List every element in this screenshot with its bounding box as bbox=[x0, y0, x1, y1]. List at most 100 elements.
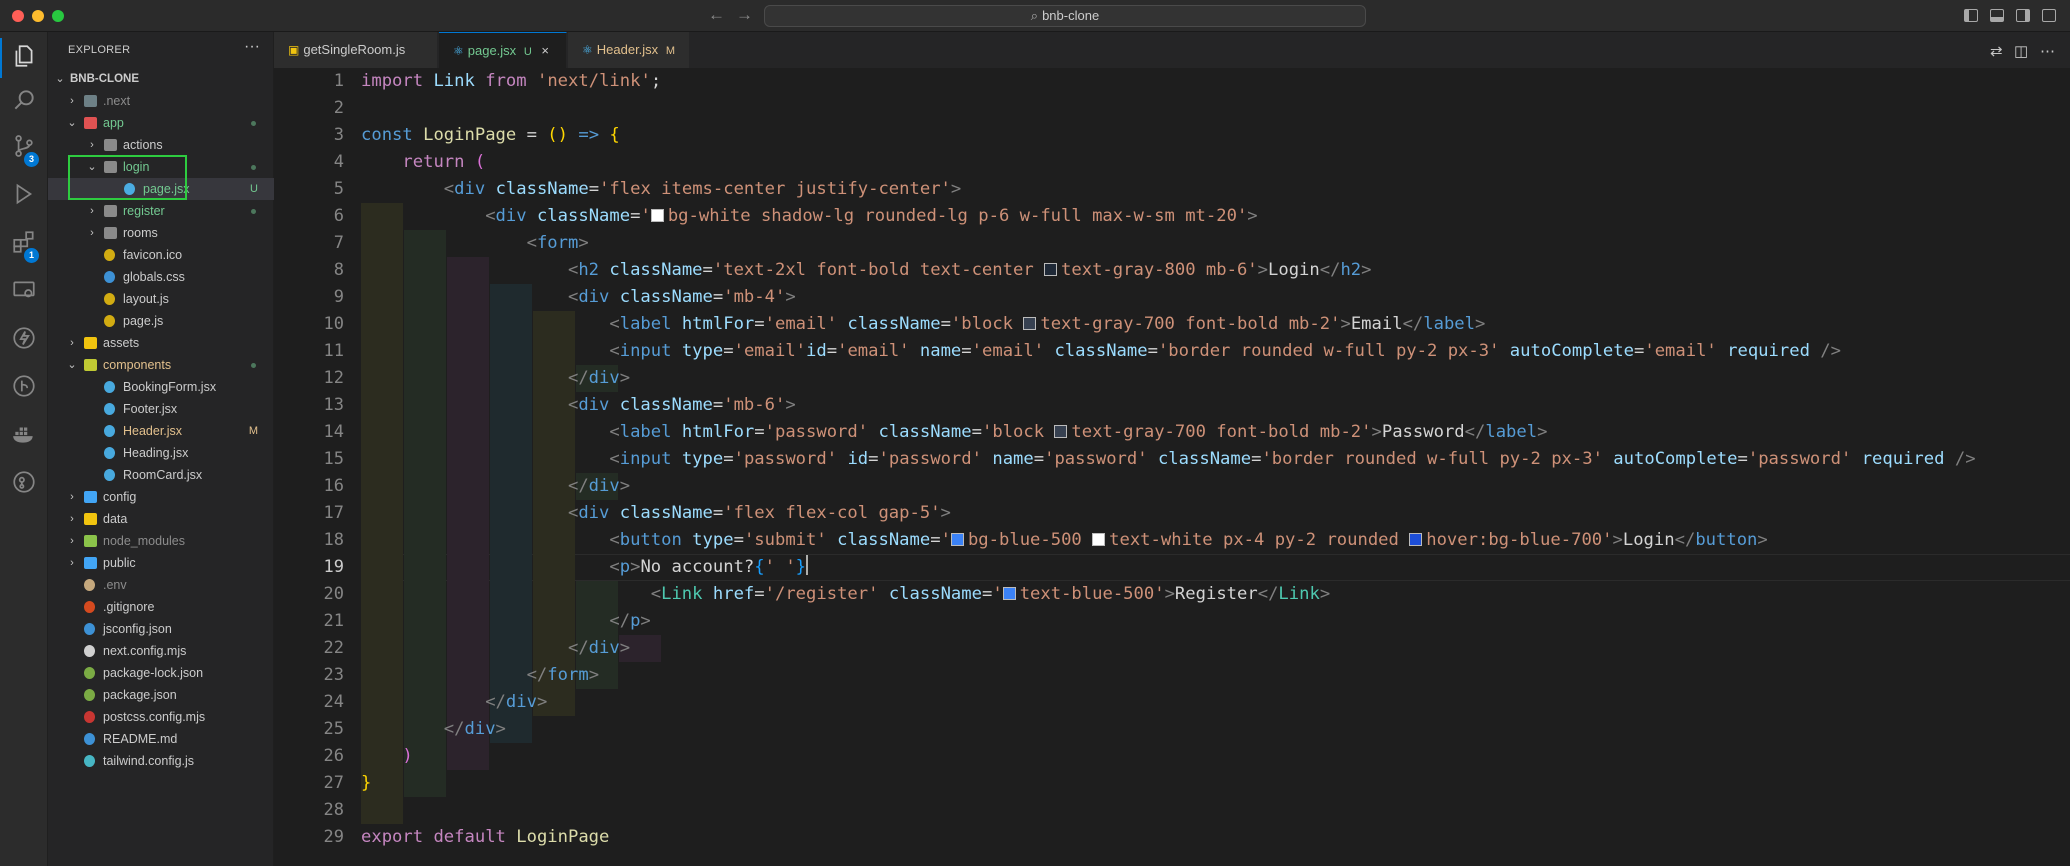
tree-file[interactable]: globals.css bbox=[48, 266, 274, 288]
line-number: 20 bbox=[323, 584, 344, 604]
code-line-1: import Link from 'next/link'; bbox=[361, 71, 662, 91]
tree-item-label: Header.jsx bbox=[123, 424, 183, 438]
code-line-23: </form> bbox=[526, 665, 600, 685]
remote-explorer-icon[interactable] bbox=[10, 276, 38, 304]
more-actions-icon[interactable]: ⋯ bbox=[2040, 42, 2055, 60]
tree-folder[interactable]: › node_modules bbox=[48, 530, 274, 552]
tree-file[interactable]: layout.js bbox=[48, 288, 274, 310]
tree-file[interactable]: Header.jsx M bbox=[48, 420, 274, 442]
tree-item-label: BookingForm.jsx bbox=[123, 380, 217, 394]
tree-folder[interactable]: › assets bbox=[48, 332, 274, 354]
tree-folder[interactable]: › register bbox=[48, 200, 274, 222]
close-icon[interactable]: × bbox=[541, 43, 549, 58]
tree-file[interactable]: tailwind.config.js bbox=[48, 750, 274, 772]
tree-item-label: Footer.jsx bbox=[123, 402, 178, 416]
open-changes-icon[interactable]: ⇄ bbox=[1990, 42, 2003, 60]
tree-item-label: .next bbox=[103, 94, 131, 108]
folder-icon bbox=[84, 491, 97, 503]
tree-file[interactable]: README.md bbox=[48, 728, 274, 750]
line-number: 9 bbox=[333, 287, 344, 307]
search-icon[interactable] bbox=[10, 86, 38, 114]
line-number: 1 bbox=[333, 71, 344, 91]
react-file-icon: ⚛ bbox=[582, 43, 593, 57]
tree-file[interactable]: package-lock.json bbox=[48, 662, 274, 684]
file-icon bbox=[84, 755, 95, 767]
tree-file[interactable]: page.js bbox=[48, 310, 274, 332]
tree-file[interactable]: postcss.config.mjs bbox=[48, 706, 274, 728]
debug-icon[interactable] bbox=[10, 180, 38, 208]
line-number: 15 bbox=[323, 449, 344, 469]
arrow-right-icon[interactable]: → bbox=[736, 5, 753, 25]
code-line-25: </div> bbox=[443, 719, 506, 739]
git-graph-icon[interactable] bbox=[10, 372, 38, 400]
tree-folder[interactable]: ⌄ app bbox=[48, 112, 274, 134]
git-status-badge: M bbox=[248, 425, 258, 437]
command-center-search[interactable]: ⌕ bnb-clone bbox=[764, 5, 1366, 27]
chevron-right-icon: › bbox=[70, 337, 74, 349]
extensions-badge: 1 bbox=[24, 248, 39, 263]
code-line-15: <input type='password' id='password' nam… bbox=[609, 449, 1976, 469]
code-line-9: <div className='mb-4'> bbox=[567, 287, 796, 307]
line-number: 8 bbox=[333, 260, 344, 280]
tree-file[interactable]: package.json bbox=[48, 684, 274, 706]
folder-icon bbox=[84, 337, 97, 349]
toggle-primary-sidebar-icon[interactable] bbox=[1964, 9, 1978, 22]
file-icon bbox=[104, 403, 115, 415]
maximize-window-button[interactable] bbox=[52, 10, 64, 22]
git-status-dot bbox=[251, 209, 256, 214]
customize-layout-icon[interactable] bbox=[2042, 9, 2056, 22]
tree-file[interactable]: next.config.mjs bbox=[48, 640, 274, 662]
tree-item-label: .env bbox=[103, 578, 127, 592]
tree-file[interactable]: Heading.jsx bbox=[48, 442, 274, 464]
more-actions-icon[interactable]: ··· bbox=[244, 38, 260, 56]
tree-folder[interactable]: › rooms bbox=[48, 222, 274, 244]
toggle-secondary-sidebar-icon[interactable] bbox=[2016, 9, 2030, 22]
minimize-window-button[interactable] bbox=[32, 10, 44, 22]
active-indicator bbox=[0, 38, 2, 78]
react-file-icon: ⚛ bbox=[453, 44, 464, 58]
line-number: 3 bbox=[333, 125, 344, 145]
gitlens-icon[interactable] bbox=[10, 468, 38, 496]
code-editor[interactable]: 1 2 3 4 5 6 7 8 9 10 11 12 13 14 15 16 17 18 19 20 21 22 23 24 2… bbox=[274, 68, 2070, 866]
arrow-left-icon[interactable]: ← bbox=[708, 5, 725, 25]
tab-getsingleroom[interactable]: ▣ getSingleRoom.js bbox=[274, 32, 438, 68]
tree-folder[interactable]: ⌄ components bbox=[48, 354, 274, 376]
tree-folder[interactable]: › .next bbox=[48, 90, 274, 112]
code-line-16: </div> bbox=[567, 476, 631, 496]
folder-icon bbox=[84, 557, 97, 569]
file-icon bbox=[104, 249, 115, 261]
tree-file[interactable]: .gitignore bbox=[48, 596, 274, 618]
tree-folder[interactable]: › public bbox=[48, 552, 274, 574]
line-number: 26 bbox=[323, 746, 344, 766]
tree-folder[interactable]: › actions bbox=[48, 134, 274, 156]
split-editor-icon[interactable]: ◫ bbox=[2014, 42, 2028, 60]
tree-folder[interactable]: › config bbox=[48, 486, 274, 508]
tab-status: M bbox=[665, 45, 675, 57]
tree-file[interactable]: jsconfig.json bbox=[48, 618, 274, 640]
line-number: 19 bbox=[323, 557, 344, 577]
tree-file[interactable]: Footer.jsx bbox=[48, 398, 274, 420]
tree-file[interactable]: RoomCard.jsx bbox=[48, 464, 274, 486]
root-folder[interactable]: ⌄ BNB-CLONE bbox=[48, 68, 274, 90]
code-line-11: <input type='email'id='email' name='emai… bbox=[609, 341, 1841, 361]
code-line-10: <label htmlFor='email' className='block … bbox=[609, 314, 1486, 334]
editor-tab-bar: ▣ getSingleRoom.js ⚛ page.jsx U × ⚛ Header.… bbox=[274, 32, 2070, 68]
tree-item-label: postcss.config.mjs bbox=[103, 710, 206, 724]
close-window-button[interactable] bbox=[12, 10, 24, 22]
tree-file[interactable]: BookingForm.jsx bbox=[48, 376, 274, 398]
line-number: 6 bbox=[333, 206, 344, 226]
tab-header-jsx[interactable]: ⚛ Header.jsx M bbox=[568, 32, 690, 68]
line-number: 24 bbox=[323, 692, 344, 712]
docker-icon[interactable] bbox=[10, 420, 38, 448]
tree-item-label: data bbox=[103, 512, 128, 526]
tab-page-jsx[interactable]: ⚛ page.jsx U × bbox=[439, 32, 567, 68]
files-icon[interactable] bbox=[10, 42, 38, 70]
tree-item-label: components bbox=[103, 358, 172, 372]
tree-folder[interactable]: › data bbox=[48, 508, 274, 530]
code-line-4: return ( bbox=[402, 152, 486, 172]
code-line-6: <div className=' bg-white shadow-lg round… bbox=[485, 206, 1258, 226]
toggle-panel-icon[interactable] bbox=[1990, 9, 2004, 22]
lightning-icon[interactable] bbox=[10, 324, 38, 352]
tree-file[interactable]: favicon.ico bbox=[48, 244, 274, 266]
tree-file[interactable]: .env bbox=[48, 574, 274, 596]
